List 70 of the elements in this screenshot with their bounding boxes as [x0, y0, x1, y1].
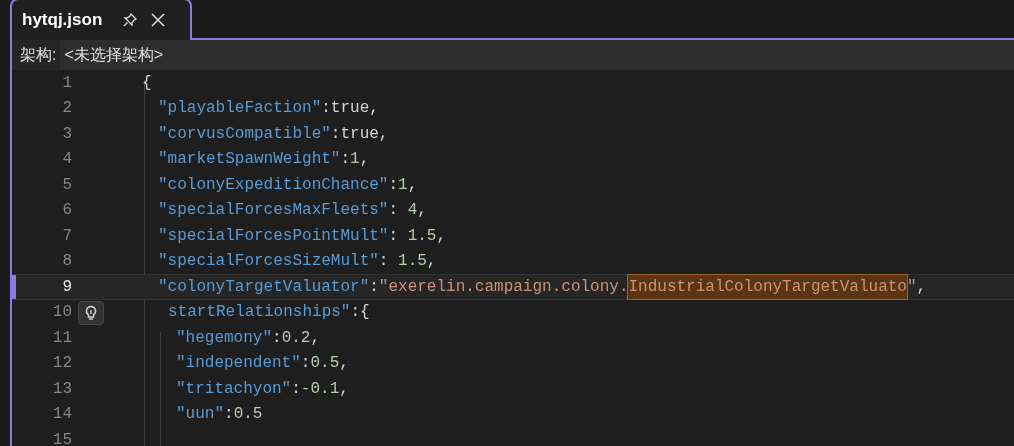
- tab-title: hytqj.json: [22, 9, 103, 32]
- line-number: 10: [51, 302, 72, 324]
- schema-label: 架构:: [19, 45, 58, 65]
- json-punctuation: ,: [417, 200, 427, 222]
- line-number: 14: [51, 404, 72, 426]
- line-number: 12: [51, 353, 72, 375]
- json-punctuation: :: [388, 200, 400, 222]
- json-string: ": [906, 276, 917, 298]
- json-key: "specialForcesPointMult": [158, 223, 389, 248]
- json-punctuation: :: [272, 327, 282, 349]
- json-punctuation: ,: [916, 276, 927, 298]
- json-key: "corvusCompatible": [158, 121, 331, 146]
- json-punctuation: ,: [436, 225, 447, 247]
- json-number: 1.5: [398, 251, 427, 273]
- line-number: 4: [61, 149, 72, 171]
- json-number: -0.1: [300, 378, 340, 400]
- json-key: "tritachyon": [176, 376, 292, 401]
- json-punctuation: ,: [339, 378, 349, 400]
- json-punctuation: :: [291, 378, 301, 400]
- json-punctuation: :true,: [321, 98, 379, 120]
- json-key: "specialForcesMaxFleets": [158, 198, 389, 223]
- json-punctuation: :: [369, 276, 379, 298]
- lightbulb-icon[interactable]: [78, 300, 104, 325]
- json-number: 0.2: [281, 327, 311, 349]
- highlighted-text: IndustrialColonyTargetValuato: [628, 274, 907, 299]
- json-key: "specialForcesSizeMult": [158, 249, 379, 274]
- json-number: 4: [407, 200, 418, 222]
- json-key: "uun": [176, 402, 224, 427]
- json-number: 1: [398, 174, 408, 196]
- json-string: "exerelin.campaign.colony.: [378, 276, 629, 298]
- json-punctuation: :: [388, 174, 399, 196]
- json-punctuation: :: [378, 251, 390, 273]
- pin-icon[interactable]: [122, 12, 139, 28]
- line-number: 3: [61, 123, 72, 145]
- json-punctuation: ,: [407, 174, 418, 196]
- close-icon[interactable]: [150, 12, 167, 28]
- json-punctuation: :{: [350, 302, 370, 324]
- json-key: "playableFaction": [158, 96, 322, 121]
- json-number: 0.5: [310, 353, 340, 375]
- json-punctuation: ,: [426, 251, 437, 273]
- json-number: 1.5: [407, 225, 437, 247]
- json-key: "independent": [176, 351, 301, 376]
- json-punctuation: :: [340, 149, 351, 171]
- json-punctuation: :true,: [330, 123, 389, 145]
- line-number: 15: [51, 429, 72, 446]
- json-punctuation: ,: [310, 327, 321, 349]
- line-number: 11: [51, 327, 72, 349]
- json-number: 1: [350, 149, 360, 171]
- schema-dropdown[interactable]: <未选择架构>: [60, 40, 1014, 70]
- json-punctuation: :: [388, 225, 400, 247]
- json-punctuation: :: [224, 404, 234, 426]
- json-punctuation: ,: [359, 149, 370, 171]
- file-tab[interactable]: hytqj.json: [10, 0, 192, 40]
- line-number: 8: [61, 251, 72, 273]
- line-number: 6: [61, 200, 72, 222]
- json-punctuation: ,: [339, 353, 349, 375]
- json-key: "hegemony": [176, 325, 272, 350]
- line-number: 13: [51, 378, 72, 400]
- line-number: 7: [61, 225, 72, 247]
- json-number: 0.5: [233, 404, 263, 426]
- json-key: "marketSpawnWeight": [158, 147, 341, 172]
- json-punctuation: {: [142, 72, 152, 94]
- json-key: startRelationships": [168, 300, 351, 325]
- line-number: 5: [61, 174, 72, 196]
- line-number: 1: [61, 72, 72, 94]
- json-key: "colonyTargetValuator": [158, 274, 370, 299]
- json-punctuation: :: [300, 353, 311, 375]
- json-key: "colonyExpeditionChance": [158, 172, 389, 197]
- line-number: 2: [61, 98, 72, 120]
- line-number: 9: [61, 276, 72, 298]
